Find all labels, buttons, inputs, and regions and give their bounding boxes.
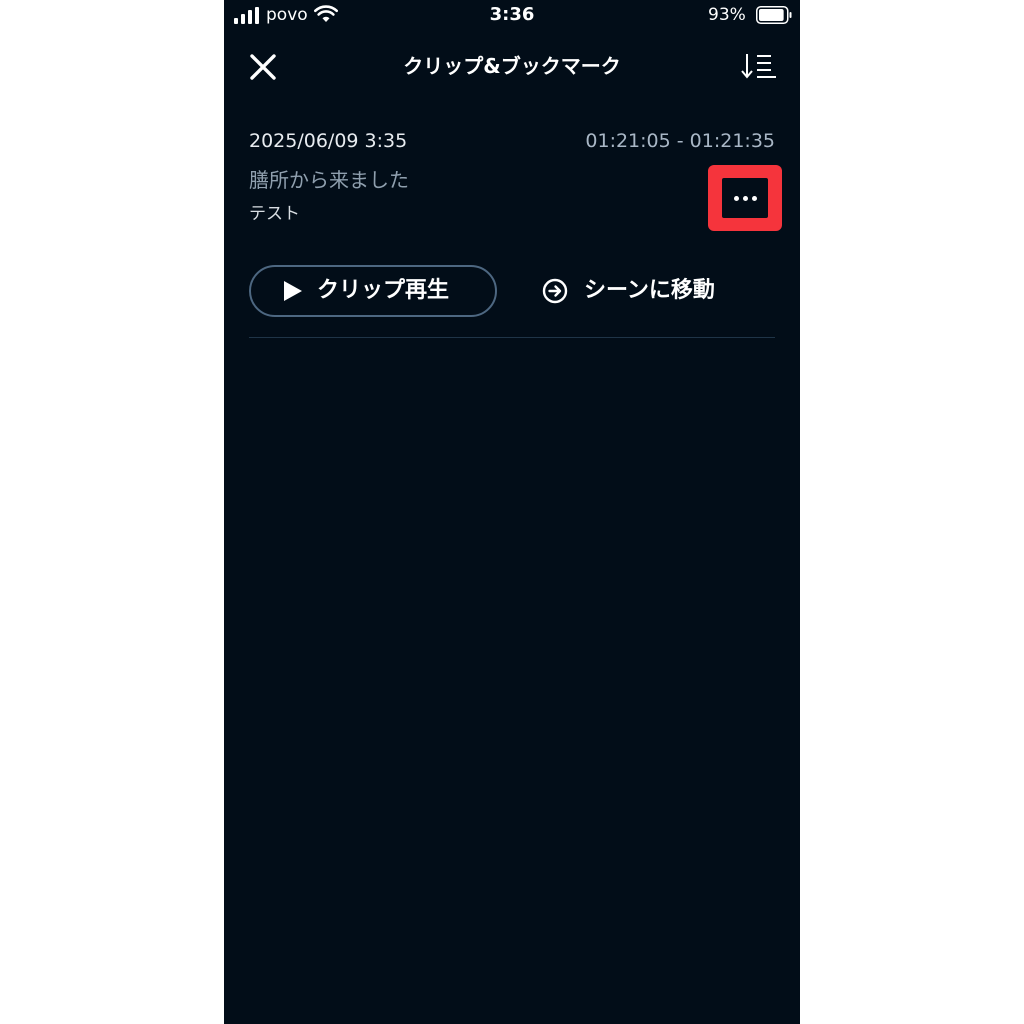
clip-play-label: クリップ再生 <box>317 278 450 303</box>
play-icon <box>284 281 302 301</box>
clip-memo: テスト <box>249 204 300 224</box>
more-horizontal-icon <box>732 195 759 201</box>
clip-title: 膳所から来ました <box>249 168 409 192</box>
app-screen: povo 3:36 93% クリップ&ブックマーク 2025/06/09 3:3… <box>224 0 800 1024</box>
page-title: クリップ&ブックマーク <box>403 54 621 78</box>
battery-icon <box>756 6 792 24</box>
divider <box>249 337 775 338</box>
arrow-right-circle-icon <box>542 278 568 304</box>
battery-percent: 93% <box>708 5 746 25</box>
clip-play-button[interactable]: クリップ再生 <box>249 265 497 317</box>
more-options-button[interactable] <box>722 178 768 218</box>
sort-icon[interactable] <box>738 50 778 82</box>
status-bar: povo 3:36 93% <box>224 0 800 32</box>
clip-time-range: 01:21:05 - 01:21:35 <box>585 130 775 152</box>
go-to-scene-button[interactable]: シーンに移動 <box>542 271 715 311</box>
header-bar: クリップ&ブックマーク <box>224 40 800 92</box>
clip-date: 2025/06/09 3:35 <box>249 130 408 152</box>
go-to-scene-label: シーンに移動 <box>584 278 715 303</box>
